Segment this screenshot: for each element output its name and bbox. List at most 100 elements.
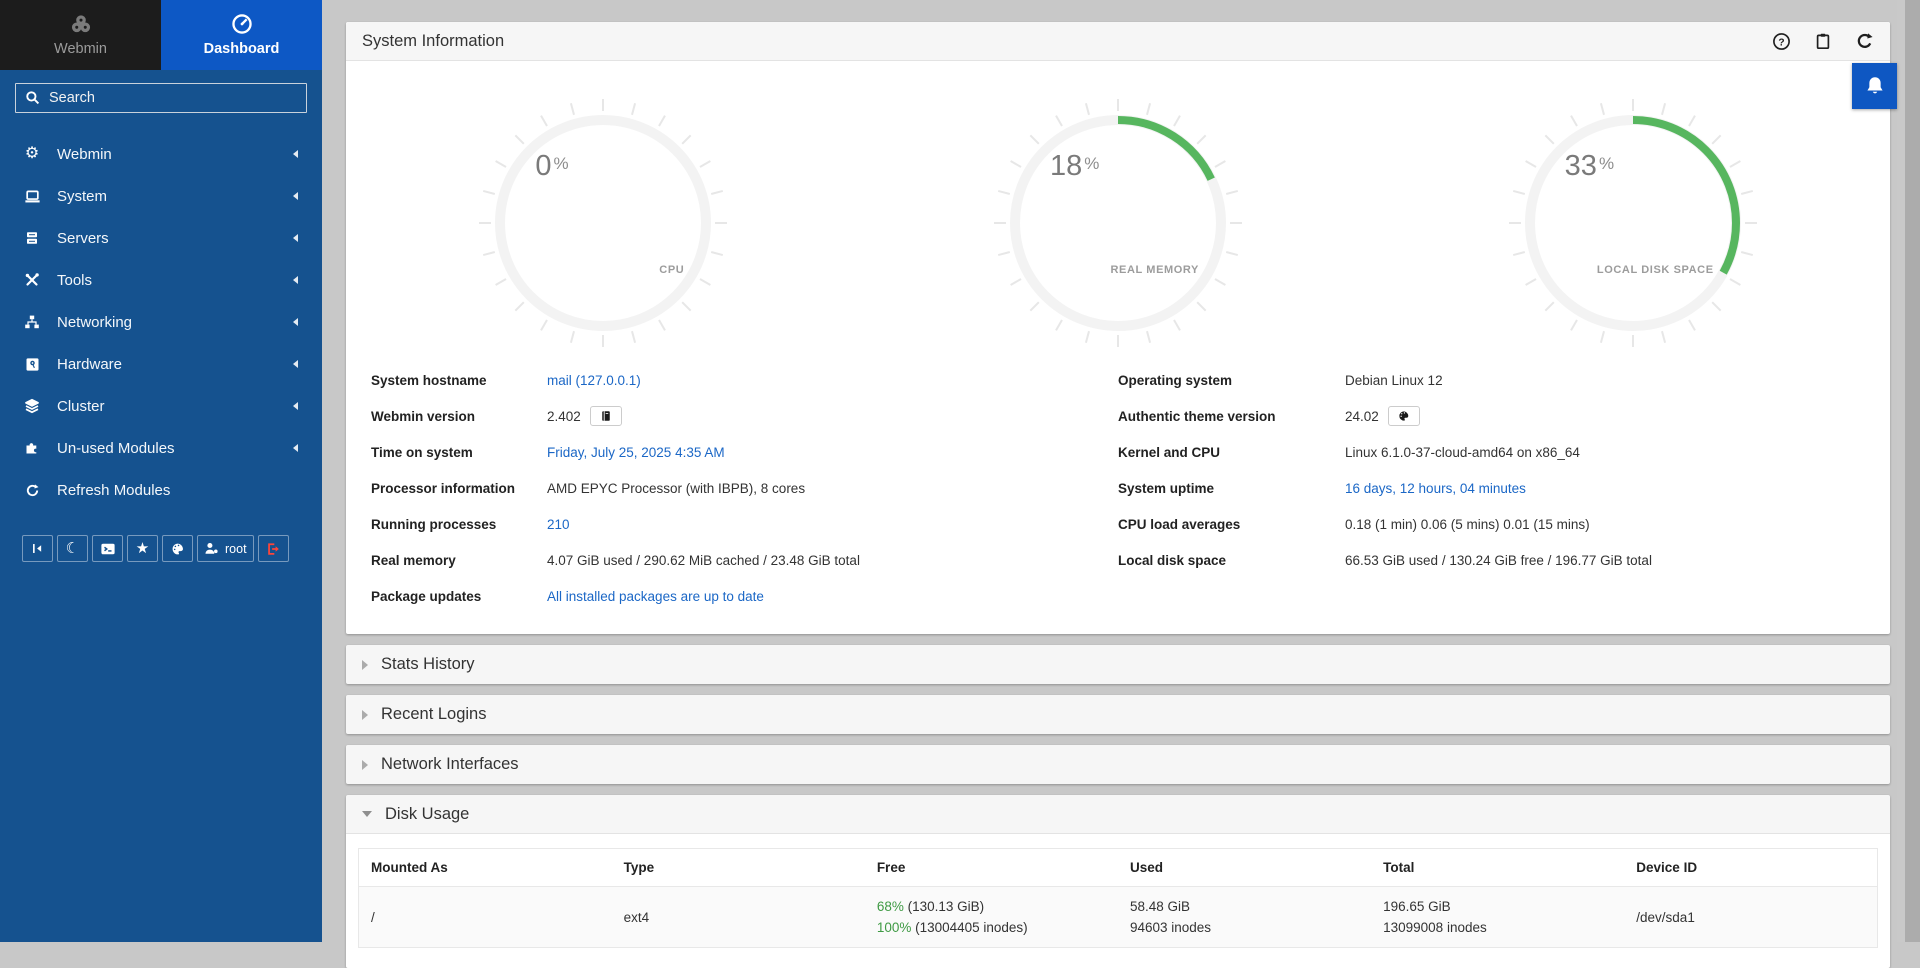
system-uptime-link[interactable]: 16 days, 12 hours, 04 minutes <box>1345 481 1526 496</box>
terminal-button[interactable] <box>92 535 123 562</box>
webmin-changelog-button[interactable] <box>590 406 622 426</box>
info-row: Real memory 4.07 GiB used / 290.62 MiB c… <box>371 542 1118 578</box>
hostname-link[interactable]: mail (127.0.0.1) <box>547 373 641 388</box>
info-row: Local disk space 66.53 GiB used / 130.24… <box>1118 542 1865 578</box>
help-icon[interactable]: ? <box>1772 32 1791 51</box>
collapse-sidebar-button[interactable] <box>22 535 53 562</box>
info-row: System uptime 16 days, 12 hours, 04 minu… <box>1118 470 1865 506</box>
sidebar-item-system[interactable]: System <box>0 175 322 217</box>
layers-icon <box>22 398 42 414</box>
real-memory-gauge: 18% REAL MEMORY <box>861 98 1376 348</box>
palette-icon <box>171 542 185 556</box>
sidebar-item-unused-modules[interactable]: Un-used Modules <box>0 427 322 469</box>
local-disk-gauge-label: LOCAL DISK SPACE <box>1597 264 1714 276</box>
tab-dashboard[interactable]: Dashboard <box>161 0 322 70</box>
chevron-left-icon <box>293 276 298 284</box>
panel-network-interfaces[interactable]: Network Interfaces <box>346 745 1890 784</box>
info-row: Running processes 210 <box>371 506 1118 542</box>
username-label: root <box>225 542 247 556</box>
sidebar-item-webmin[interactable]: ⚙ Webmin <box>0 133 322 175</box>
search-icon <box>25 90 40 105</box>
favorites-button[interactable]: ★ <box>127 535 158 562</box>
type-cell: ext4 <box>612 887 865 948</box>
panel-recent-logins[interactable]: Recent Logins <box>346 695 1890 734</box>
quickbar: ☾ ★ <box>22 535 322 562</box>
used-cell: 58.48 GiB 94603 inodes <box>1118 887 1371 948</box>
package-updates-link[interactable]: All installed packages are up to date <box>547 589 764 604</box>
mounted-as-cell: / <box>359 887 612 948</box>
terminal-icon <box>101 542 115 556</box>
gear-icon: ⚙ <box>22 146 42 162</box>
page-scrollbar[interactable] <box>1897 0 1920 942</box>
moon-icon: ☾ <box>66 541 79 556</box>
caret-right-icon <box>362 710 368 720</box>
chevron-left-icon <box>293 318 298 326</box>
refresh-icon <box>22 483 42 498</box>
main-content: System Information ? <box>322 0 1920 942</box>
disk-usage-table: Mounted As Type Free Used Total Device I… <box>358 848 1878 948</box>
theme-button[interactable] <box>162 535 193 562</box>
tab-webmin-label: Webmin <box>54 41 107 57</box>
sidebar-item-servers[interactable]: Servers <box>0 217 322 259</box>
webmin-logo-icon <box>70 13 92 35</box>
night-mode-button[interactable]: ☾ <box>57 535 88 562</box>
search-input[interactable] <box>15 83 307 113</box>
disk-usage-header[interactable]: Disk Usage <box>346 795 1890 834</box>
user-gear-icon <box>204 541 219 556</box>
sidebar-item-label: Cluster <box>57 398 105 415</box>
tools-icon <box>22 272 42 288</box>
sidebar-item-label: System <box>57 188 107 205</box>
sidebar-item-hardware[interactable]: Hardware <box>0 343 322 385</box>
theme-changelog-button[interactable] <box>1388 406 1420 426</box>
page-title: System Information <box>362 32 504 51</box>
panel-stats-history[interactable]: Stats History <box>346 645 1890 684</box>
clipboard-icon[interactable] <box>1814 32 1832 50</box>
sidebar-item-label: Refresh Modules <box>57 482 170 499</box>
caret-right-icon <box>362 660 368 670</box>
refresh-icon[interactable] <box>1855 32 1874 51</box>
info-row: Package updates All installed packages a… <box>371 578 1118 614</box>
sidebar-item-label: Servers <box>57 230 109 247</box>
user-account-button[interactable]: root <box>197 535 254 562</box>
info-row: Operating system Debian Linux 12 <box>1118 362 1865 398</box>
logout-button[interactable] <box>258 535 289 562</box>
chevron-left-icon <box>293 402 298 410</box>
sidebar-item-refresh-modules[interactable]: Refresh Modules <box>0 469 322 511</box>
disk-usage-body: Mounted As Type Free Used Total Device I… <box>346 834 1890 968</box>
disk-table-header-row: Mounted As Type Free Used Total Device I… <box>359 849 1878 887</box>
time-on-system-link[interactable]: Friday, July 25, 2025 4:35 AM <box>547 445 725 460</box>
network-icon <box>22 314 42 330</box>
star-icon: ★ <box>136 541 149 556</box>
chevron-left-icon <box>293 234 298 242</box>
scrollbar-thumb[interactable] <box>1905 0 1920 942</box>
chevron-left-icon <box>293 360 298 368</box>
sidebar-item-label: Hardware <box>57 356 122 373</box>
local-disk-gauge: 33% LOCAL DISK SPACE <box>1375 98 1890 348</box>
header-actions: ? <box>1772 32 1874 51</box>
device-id-cell: /dev/sda1 <box>1624 887 1877 948</box>
disk-table-row: / ext4 68% (130.13 GiB) 100% (13004405 i… <box>359 887 1878 948</box>
caret-right-icon <box>362 760 368 770</box>
sidebar-item-networking[interactable]: Networking <box>0 301 322 343</box>
tab-webmin[interactable]: Webmin <box>0 0 161 70</box>
running-processes-link[interactable]: 210 <box>547 517 570 532</box>
system-info-table: System hostname mail (127.0.0.1) Webmin … <box>346 348 1890 634</box>
search-box <box>15 83 307 113</box>
info-row: Kernel and CPU Linux 6.1.0-37-cloud-amd6… <box>1118 434 1865 470</box>
bell-icon <box>1864 75 1886 97</box>
notifications-tab[interactable] <box>1852 63 1897 109</box>
sidebar-tabs: Webmin Dashboard <box>0 0 322 70</box>
sidebar-item-label: Tools <box>57 272 92 289</box>
info-row: Time on system Friday, July 25, 2025 4:3… <box>371 434 1118 470</box>
puzzle-icon <box>22 440 42 456</box>
logout-icon <box>266 542 280 556</box>
hard-drive-icon <box>22 357 42 372</box>
info-row: Authentic theme version 24.02 <box>1118 398 1865 434</box>
sidebar-item-cluster[interactable]: Cluster <box>0 385 322 427</box>
sidebar-item-label: Un-used Modules <box>57 440 175 457</box>
sidebar-item-tools[interactable]: Tools <box>0 259 322 301</box>
cpu-gauge-value: 0% <box>535 150 568 183</box>
cpu-gauge-label: CPU <box>659 264 684 276</box>
info-row: System hostname mail (127.0.0.1) <box>371 362 1118 398</box>
sidebar-item-label: Networking <box>57 314 132 331</box>
